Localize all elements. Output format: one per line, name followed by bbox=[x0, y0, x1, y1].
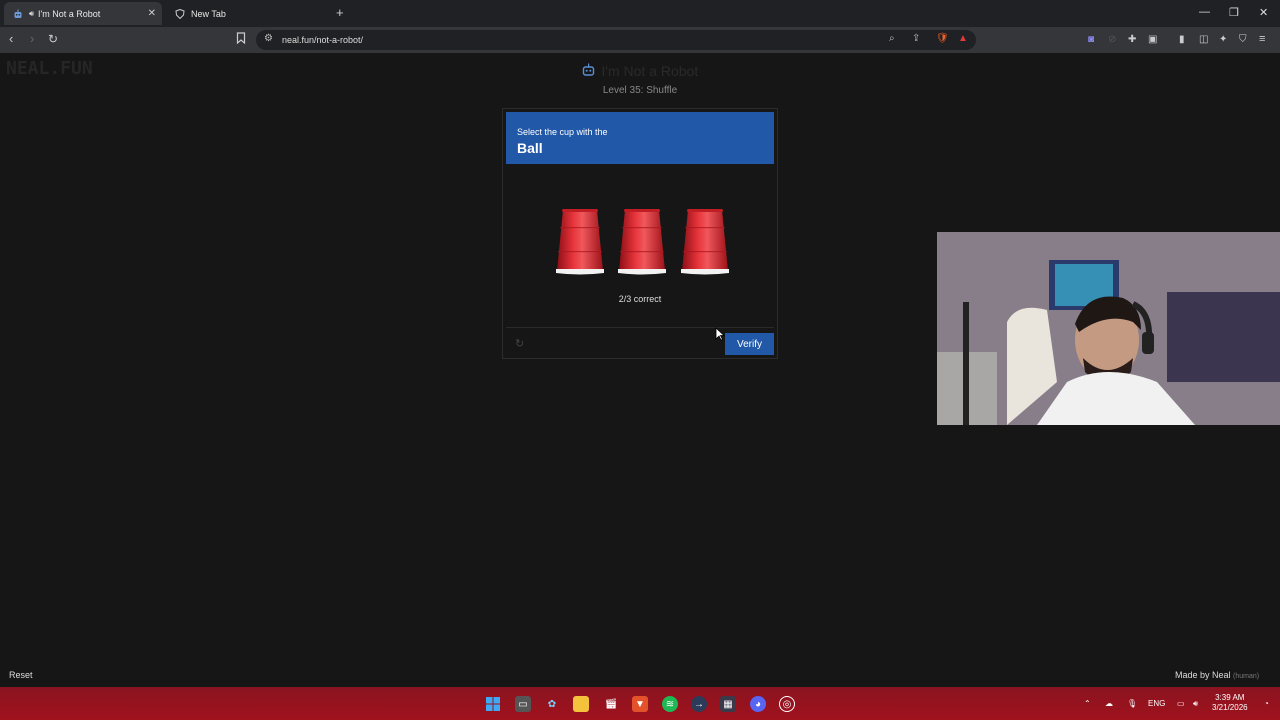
app-icon[interactable]: → bbox=[691, 696, 707, 712]
extension-icon[interactable]: ◙ bbox=[1088, 33, 1094, 47]
captcha-instruction: Select the cup with the bbox=[517, 127, 608, 137]
address-bar[interactable]: ⚙ neal.fun/not-a-robot/ ⌕ ⇪ 🛡︎ ▲ bbox=[256, 30, 976, 50]
cloud-icon[interactable]: ☁ bbox=[1105, 699, 1113, 708]
bookmark-icon[interactable] bbox=[236, 32, 246, 47]
cup-3[interactable] bbox=[680, 207, 730, 277]
refresh-icon[interactable]: ↻ bbox=[515, 337, 524, 350]
webcam-video-image bbox=[937, 232, 1280, 425]
reload-icon[interactable]: ↻ bbox=[48, 32, 58, 46]
shield-favicon-icon bbox=[175, 8, 185, 19]
task-view-icon[interactable]: ▭ bbox=[515, 696, 531, 712]
clock-date: 3/21/2026 bbox=[1212, 703, 1248, 712]
file-explorer-icon[interactable] bbox=[573, 696, 589, 712]
extensions-puzzle-icon[interactable]: ✚ bbox=[1128, 33, 1136, 47]
copilot-icon[interactable]: ✿ bbox=[544, 696, 560, 712]
made-by-text: Made by Neal bbox=[1175, 670, 1231, 680]
minimize-icon[interactable]: — bbox=[1199, 6, 1210, 18]
verify-button[interactable]: Verify bbox=[725, 333, 774, 355]
extension-2-icon[interactable]: ⊘ bbox=[1108, 33, 1116, 47]
tab-strip: 🔊︎ I'm Not a Robot ✕ New Tab + — ❐ ✕ bbox=[0, 0, 1280, 27]
made-by-credit[interactable]: Made by Neal (human) bbox=[1175, 670, 1259, 680]
tab-title: I'm Not a Robot bbox=[38, 8, 101, 19]
url-text: neal.fun/not-a-robot/ bbox=[282, 35, 364, 45]
back-icon[interactable]: ‹ bbox=[9, 32, 13, 46]
sidebar-icon[interactable]: ▮ bbox=[1179, 33, 1185, 47]
wallet-icon[interactable]: ▣ bbox=[1148, 33, 1157, 47]
tray-overflow-icon[interactable]: ⌃ bbox=[1084, 699, 1091, 708]
robot-favicon-icon bbox=[13, 9, 23, 19]
made-by-note: (human) bbox=[1233, 673, 1260, 680]
tab-not-a-robot[interactable]: 🔊︎ I'm Not a Robot ✕ bbox=[4, 2, 162, 25]
cup-1[interactable] bbox=[555, 207, 605, 277]
progress-status: 2/3 correct bbox=[618, 294, 662, 304]
windows-start-icon[interactable] bbox=[485, 696, 501, 712]
robot-icon bbox=[582, 63, 599, 79]
close-tab-icon[interactable]: ✕ bbox=[148, 8, 156, 19]
windows-taskbar: ▭ ✿ 🎬︎ ▼ ≋ → ▦ ◕ ◎ ⌃ ☁ 🎙︎ ENG ▭ 🔊︎ 3:39 … bbox=[0, 687, 1280, 720]
captcha-header: Select the cup with the Ball bbox=[506, 112, 774, 164]
system-clock[interactable]: 3:39 AM 3/21/2026 bbox=[1212, 693, 1248, 713]
obs-icon[interactable]: ◎ bbox=[779, 696, 795, 712]
network-icon[interactable]: ▭ bbox=[1177, 699, 1185, 708]
captcha-divider bbox=[506, 327, 774, 328]
video-editor-icon[interactable]: 🎬︎ bbox=[603, 696, 619, 712]
menu-icon[interactable]: ≡ bbox=[1259, 32, 1265, 46]
new-tab-plus-icon[interactable]: + bbox=[336, 5, 344, 20]
vpn-icon[interactable]: ⛉ bbox=[1239, 33, 1247, 47]
app-icon[interactable]: ▦ bbox=[720, 696, 736, 712]
captcha-widget: Select the cup with the Ball 2/3 correct… bbox=[502, 108, 778, 359]
volume-icon[interactable]: 🔊︎ bbox=[1193, 699, 1198, 709]
spotify-icon[interactable]: ≋ bbox=[662, 696, 678, 712]
tab-title: New Tab bbox=[191, 8, 226, 19]
page-title: I'm Not a Robot bbox=[601, 63, 699, 79]
site-settings-icon[interactable]: ⚙ bbox=[264, 33, 273, 44]
brave-browser-icon[interactable]: ▼ bbox=[632, 696, 648, 712]
captcha-target: Ball bbox=[517, 140, 543, 156]
level-label: Level 35: Shuffle bbox=[602, 85, 678, 96]
microphone-icon[interactable]: 🎙︎ bbox=[1127, 699, 1137, 708]
brave-wallet-icon[interactable]: ◫ bbox=[1199, 33, 1208, 47]
page-title-row: I'm Not a Robot bbox=[0, 63, 1280, 81]
clock-time: 3:39 AM bbox=[1215, 693, 1245, 702]
language-indicator[interactable]: ENG bbox=[1148, 699, 1165, 708]
speaker-icon[interactable]: 🔊︎ bbox=[29, 9, 34, 19]
webcam-overlay bbox=[937, 232, 1280, 425]
notification-icon[interactable]: ◔ bbox=[1264, 699, 1269, 708]
discord-icon[interactable]: ◕ bbox=[750, 696, 766, 712]
cup-2[interactable] bbox=[617, 207, 667, 277]
browser-toolbar: ‹ › ↻ ⚙ neal.fun/not-a-robot/ ⌕ ⇪ 🛡︎ ▲ ◙… bbox=[0, 27, 1280, 53]
zoom-icon[interactable]: ⌕ bbox=[889, 33, 895, 44]
tab-new-tab[interactable]: New Tab bbox=[166, 2, 332, 25]
close-window-icon[interactable]: ✕ bbox=[1259, 6, 1268, 19]
mouse-cursor-icon bbox=[715, 327, 725, 341]
page-content: NEAL.FUN I'm Not a Robot Level 35: Shuff… bbox=[0, 53, 1280, 687]
forward-icon[interactable]: › bbox=[30, 32, 34, 46]
brave-rewards-icon[interactable]: ▲ bbox=[958, 33, 968, 44]
share-icon[interactable]: ⇪ bbox=[912, 33, 920, 44]
restore-icon[interactable]: ❐ bbox=[1229, 6, 1239, 19]
leo-ai-icon[interactable]: ✦ bbox=[1219, 33, 1227, 47]
reset-button[interactable]: Reset bbox=[9, 670, 33, 680]
brave-shields-icon[interactable]: 🛡︎ bbox=[936, 33, 949, 44]
